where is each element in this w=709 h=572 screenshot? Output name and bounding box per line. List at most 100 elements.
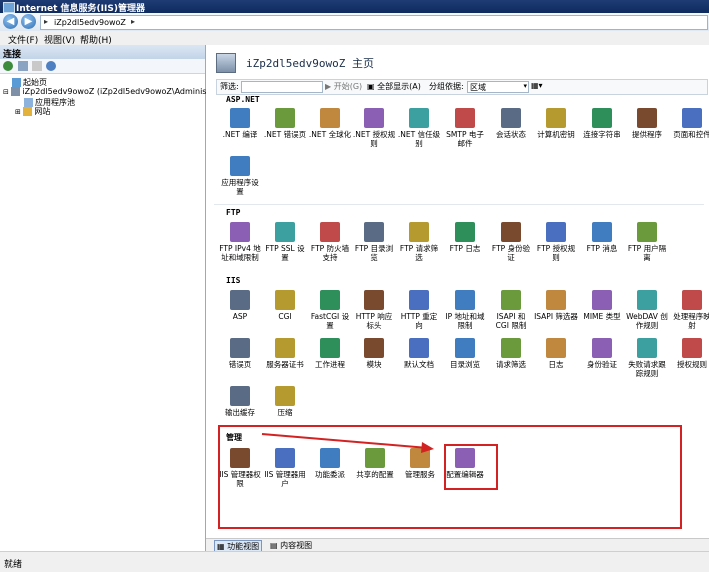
feature-label: FastCGI 设置 [310,312,350,330]
feature-item[interactable]: 计算机密钥 [534,108,578,139]
tab-content-view[interactable]: ▤ 内容视图 [268,540,314,550]
section-header: FTP [226,208,241,217]
feature-item[interactable]: 会话状态 [489,108,533,139]
feature-icon [592,108,612,128]
log-icon [546,338,566,358]
feature-item[interactable]: FTP 请求筛选 [397,222,441,262]
feature-item[interactable]: FTP 日志 [443,222,487,253]
feature-item[interactable]: FTP 授权规则 [534,222,578,262]
feature-label: MIME 类型 [583,312,621,321]
feature-item[interactable]: 连接字符串 [580,108,624,139]
feature-item[interactable]: 输出缓存 [218,386,262,417]
feature-item[interactable]: 默认文档 [397,338,441,369]
feature-item[interactable]: 页面和控件 [670,108,709,139]
collapse-icon[interactable]: ⊟ [3,88,9,96]
feature-item[interactable]: FTP 消息 [580,222,624,253]
menu-bar: 文件(F) 视图(V) 帮助(H) [0,31,709,46]
feature-label: 提供程序 [632,130,662,139]
feature-label: 处理程序映射 [673,312,709,330]
tree-item-server[interactable]: ⊟ iZp2dl5edv9owoZ (iZp2dl5edv9owoZ\Admin… [3,87,232,96]
feature-item[interactable]: CGI [263,290,307,321]
feature-item[interactable]: .NET 信任级别 [397,108,441,148]
feature-item[interactable]: ISAPI 和 CGI 限制 [489,290,533,330]
address-bar[interactable]: ▸ iZp2dl5edv9owoZ ▸ [40,15,708,30]
feature-item[interactable]: FastCGI 设置 [308,290,352,330]
feature-icon [546,290,566,310]
feature-item[interactable]: .NET 授权规则 [352,108,396,148]
feature-item[interactable]: 应用程序设置 [218,156,262,196]
feature-icon [364,290,384,310]
feature-label: 失败请求跟踪规则 [628,360,666,378]
connect-icon[interactable] [3,61,13,71]
chevron-right-icon: ▸ [131,17,136,26]
feature-label: FTP 消息 [586,244,618,253]
feature-item[interactable]: 模块 [352,338,396,369]
feature-icon [364,108,384,128]
tree-item-sites[interactable]: ⊞ 网站 [15,106,50,117]
feature-item[interactable]: 日志 [534,338,578,369]
filter-input[interactable] [241,81,323,93]
feature-item[interactable]: .NET 错误页 [263,108,307,139]
feature-icon [501,338,521,358]
feature-icon [320,338,340,358]
feature-icon [275,338,295,358]
feature-item[interactable]: FTP IPv4 地址和域限制 [218,222,262,262]
feature-label: FTP 请求筛选 [399,244,439,262]
feature-item[interactable]: .NET 全球化 [308,108,352,139]
feature-item[interactable]: ASP [218,290,262,321]
feature-item[interactable]: FTP 身份验证 [489,222,533,262]
refresh-icon[interactable] [46,61,56,71]
feature-item[interactable]: 请求筛选 [489,338,533,369]
view-mode-icon[interactable]: ▦▾ [531,81,543,90]
forward-arrow-icon[interactable]: ▶ [21,14,36,29]
address-segment[interactable]: iZp2dl5edv9owoZ [54,18,126,27]
feature-item[interactable]: WebDAV 创作规则 [625,290,669,330]
feature-item[interactable]: 压缩 [263,386,307,417]
feature-icon [546,108,566,128]
feature-label: FTP 防火墙支持 [310,244,350,262]
feature-item[interactable]: 处理程序映射 [670,290,709,330]
feature-label: FTP 目录浏览 [354,244,394,262]
feature-label: 连接字符串 [583,130,621,139]
feature-item[interactable]: 身份验证 [580,338,624,369]
feature-item[interactable]: 工作进程 [308,338,352,369]
feature-item[interactable]: .NET 编译 [218,108,262,139]
feature-label: 页面和控件 [673,130,709,139]
feature-icon [230,222,250,242]
feature-label: .NET 编译 [222,130,258,139]
asp-icon [230,290,250,310]
feature-item[interactable]: 服务器证书 [263,338,307,369]
feature-item[interactable]: HTTP 响应标头 [352,290,396,330]
feature-item[interactable]: IP 地址和域限制 [443,290,487,330]
feature-label: 模块 [366,360,382,369]
section-header: ASP.NET [226,95,260,104]
feature-item[interactable]: FTP SSL 设置 [263,222,307,262]
up-icon[interactable] [32,61,42,71]
feature-icon [501,108,521,128]
feature-item[interactable]: ISAPI 筛选器 [534,290,578,321]
show-all-icon: ▣ [367,82,375,91]
start-button[interactable]: ▶ 开始(G) [325,81,362,92]
feature-item[interactable]: HTTP 重定向 [397,290,441,330]
feature-item[interactable]: FTP 用户隔离 [625,222,669,262]
feature-icon [320,290,340,310]
expand-icon[interactable]: ⊞ [15,108,21,116]
feature-item[interactable]: 提供程序 [625,108,669,139]
back-arrow-icon[interactable]: ◀ [3,14,18,29]
feature-item[interactable]: 授权规则 [670,338,709,369]
feature-icon [637,108,657,128]
feature-item[interactable]: MIME 类型 [580,290,624,321]
save-icon[interactable] [18,61,28,71]
feature-item[interactable]: SMTP 电子邮件 [443,108,487,148]
group-by-select[interactable]: 区域 ▾ [467,81,529,93]
feature-item[interactable]: 目录浏览 [443,338,487,369]
show-all-button[interactable]: ▣ 全部显示(A) [367,81,421,92]
feature-icon [682,338,702,358]
feature-item[interactable]: 失败请求跟踪规则 [625,338,669,378]
feature-label: FTP 身份验证 [491,244,531,262]
feature-item[interactable]: FTP 防火墙支持 [308,222,352,262]
feature-icon [455,108,475,128]
page-header: iZp2dl5edv9owoZ 主页 [206,45,709,77]
feature-item[interactable]: 错误页 [218,338,262,369]
feature-item[interactable]: FTP 目录浏览 [352,222,396,262]
